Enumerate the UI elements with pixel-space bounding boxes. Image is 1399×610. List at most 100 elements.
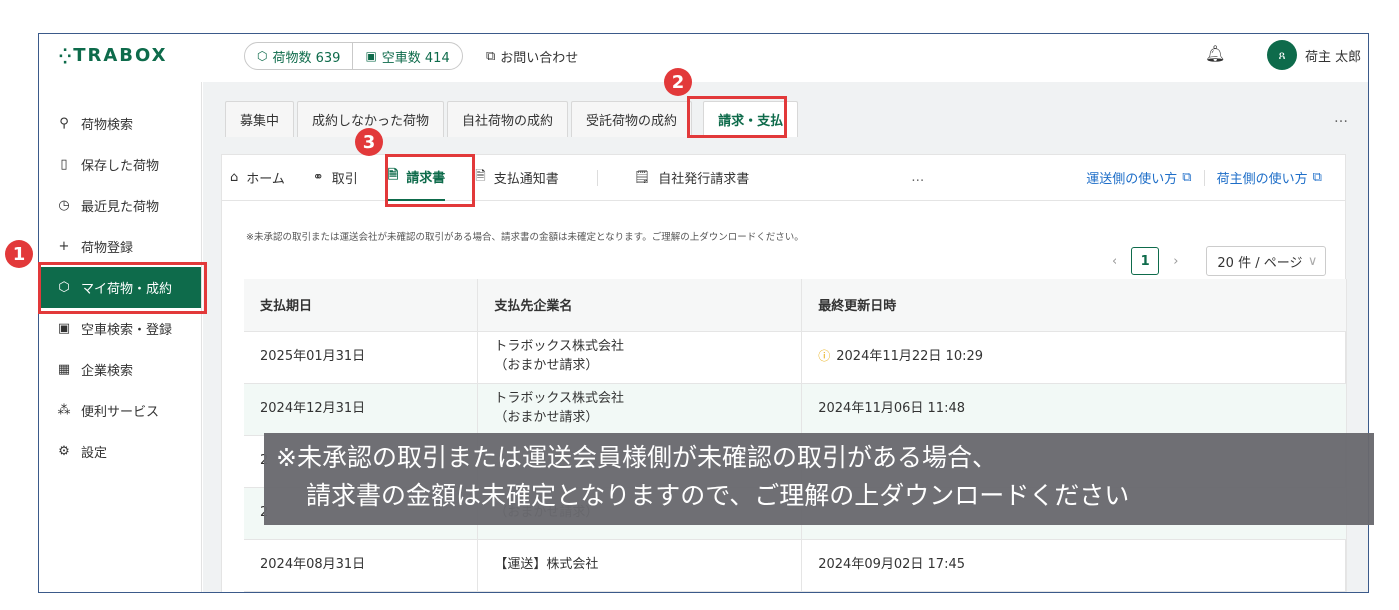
tab-consigned-contracts[interactable]: 受託荷物の成約 [571, 101, 693, 137]
table-row[interactable]: 2025年01月31日 トラボックス株式会社 （おまかせ請求） ⓘ 2024年11月… [244, 331, 1347, 384]
warning-icon: ⓘ [818, 348, 831, 363]
logo-text: TRABOX [73, 45, 168, 66]
company-cell: トラボックス株式会社 （おまかせ請求） [477, 383, 803, 436]
updated-cell: 2024年09月02日 17:45 [801, 539, 1347, 592]
table-header-row: 支払期日 支払先企業名 最終更新日時 [244, 279, 1347, 332]
vacant-count-button[interactable]: ▣ 空車数 414 [352, 43, 461, 69]
subnav-label: 取引 [331, 172, 358, 187]
table-row[interactable]: 2024年12月31日 トラボックス株式会社 （おまかせ請求） 2024年11月0… [244, 383, 1347, 436]
history-icon: ◷ [58, 198, 70, 213]
tab-own-contracts[interactable]: 自社荷物の成約 [447, 101, 569, 137]
sidebar-item-services[interactable]: ⁂ 便利サービス [39, 390, 201, 431]
subnav-invoice[interactable]: 🗎︎ 請求書 [387, 155, 446, 201]
caption-line-1: ※未承認の取引または運送会員様側が未確認の取引がある場合、 [276, 443, 997, 472]
prev-page-button[interactable]: ‹ [1112, 254, 1117, 269]
column-header-updated[interactable]: 最終更新日時 [801, 279, 1347, 332]
cargo-count-label: 荷物数 639 [272, 50, 341, 66]
cargo-count-button[interactable]: ⬡ 荷物数 639 [245, 43, 352, 69]
subnav-payment-notice[interactable]: 🗎︎ 支払通知書 [475, 155, 558, 201]
sidebar-item-label: 保存した荷物 [81, 159, 160, 174]
sidebar-item-saved-cargo[interactable]: ▯ 保存した荷物 [39, 144, 201, 185]
handshake-icon: ⚭ [312, 170, 324, 185]
home-icon: ⌂ [230, 170, 239, 185]
help-shipper-link[interactable]: 荷主側の使い方 ⧉ [1217, 155, 1322, 201]
contact-label: お問い合わせ [500, 51, 579, 66]
bookmark-icon: ▯ [60, 157, 68, 172]
company-cell: トラボックス株式会社 （おまかせ請求） [477, 331, 803, 384]
updated-cell: ⓘ 2024年11月22日 10:29 [801, 331, 1347, 384]
user-icon: ጸ [1278, 47, 1286, 62]
services-icon: ⁂ [57, 403, 71, 418]
truck-icon: ▣ [57, 321, 71, 336]
box-icon: ⬡ [257, 49, 268, 63]
document-icon: 🗎︎ [475, 168, 486, 184]
step-marker-2: 2 [664, 68, 692, 96]
sidebar-item-company-search[interactable]: ▦ 企業検索 [39, 349, 201, 390]
sidebar-item-vacant-search[interactable]: ▣ 空車検索・登録 [39, 308, 201, 349]
sidebar-item-label: 空車検索・登録 [81, 323, 173, 338]
company-sub: （おまかせ請求） [494, 358, 599, 373]
table-row[interactable]: 2024年08月31日 【運送】株式会社 2024年09月02日 17:45 [244, 539, 1347, 592]
sidebar-item-label: 便利サービス [81, 405, 160, 420]
sidebar-item-label: マイ荷物・成約 [81, 282, 173, 297]
subnav-label: 請求書 [406, 171, 446, 186]
subnav-label: 自社発行請求書 [658, 172, 750, 187]
sidebar-item-settings[interactable]: ⚙ 設定 [39, 431, 201, 472]
invoice-note: ※未承認の取引または運送会社が未確認の取引がある場合、請求書の金額は未確定となり… [246, 232, 804, 243]
sidebar-item-my-cargo[interactable]: ⬡ マイ荷物・成約 [39, 267, 201, 308]
tab-recruiting[interactable]: 募集中 [225, 101, 295, 137]
per-page-value: 20 件 / ページ [1217, 255, 1303, 271]
sidebar-item-recent-cargo[interactable]: ◷ 最近見た荷物 [39, 185, 201, 226]
contact-link[interactable]: ⧉ お問い合わせ [486, 47, 578, 66]
due-date-cell: 2025年01月31日 [244, 331, 479, 384]
chevron-down-icon: ∨ [1307, 253, 1318, 269]
step-marker-3: 3 [355, 128, 383, 156]
counter-pill: ⬡ 荷物数 639 ▣ 空車数 414 [244, 42, 463, 70]
help-carrier-label: 運送側の使い方 [1086, 172, 1178, 187]
updated-value: 2024年11月22日 10:29 [836, 348, 984, 364]
sidebar-item-label: 設定 [81, 446, 108, 461]
step-marker-1: 1 [5, 240, 33, 268]
help-carrier-link[interactable]: 運送側の使い方 ⧉ [1086, 155, 1191, 201]
subnav-self-invoice[interactable]: 🗒︎ 自社発行請求書 [634, 155, 750, 201]
top-tabs: 募集中 成約しなかった荷物 自社荷物の成約 受託荷物の成約 請求・支払 [225, 101, 799, 137]
current-page[interactable]: 1 [1131, 247, 1160, 275]
box-icon: ⬡ [58, 280, 70, 295]
sidebar: ⚲ 荷物検索 ▯ 保存した荷物 ◷ 最近見た荷物 + 荷物登録 ⬡ マイ荷物・成約 ▣ 空車… [39, 82, 202, 592]
logo-mark-icon: ⁛ [59, 49, 72, 65]
subnav-divider [1203, 169, 1205, 186]
help-shipper-label: 荷主側の使い方 [1216, 172, 1308, 187]
company-sub: （おまかせ請求） [494, 410, 599, 425]
truck-icon: ▣ [365, 49, 377, 63]
user-menu[interactable]: ጸ 荷主 太郎 [1267, 40, 1361, 70]
sidebar-item-cargo-register[interactable]: + 荷物登録 [39, 226, 201, 267]
caption-line-2: 請求書の金額は未確定となりますので、ご理解の上ダウンロードください [306, 481, 1130, 510]
column-header-company[interactable]: 支払先企業名 [477, 279, 803, 332]
more-tabs-button[interactable]: … [1334, 110, 1348, 126]
external-link-icon: ⧉ [1312, 170, 1322, 185]
logo[interactable]: ⁛ TRABOX [59, 45, 168, 66]
sidebar-item-label: 最近見た荷物 [81, 200, 160, 215]
billing-card: ⌂ ホーム ⚭ 取引 🗎︎ 請求書 🗎︎ 支払通知書 🗒︎ 自社発行請求書 … 運送側の使… [221, 154, 1347, 592]
column-header-due-date[interactable]: 支払期日 [244, 279, 479, 332]
tab-billing-payment[interactable]: 請求・支払 [703, 101, 799, 137]
company-name: トラボックス株式会社 [494, 339, 625, 355]
document-icon: 🗎︎ [387, 167, 399, 183]
due-date-cell: 2024年08月31日 [244, 539, 479, 592]
subnav-divider [596, 169, 598, 186]
subnav-deals[interactable]: ⚭ 取引 [313, 155, 358, 201]
sidebar-item-label: 企業検索 [81, 364, 134, 379]
next-page-button[interactable]: › [1173, 254, 1178, 269]
bell-icon[interactable]: 🔔︎ [1205, 44, 1225, 63]
sidebar-item-label: 荷物登録 [81, 241, 134, 256]
sidebar-item-cargo-search[interactable]: ⚲ 荷物検索 [39, 103, 201, 144]
sub-navigation: ⌂ ホーム ⚭ 取引 🗎︎ 請求書 🗎︎ 支払通知書 🗒︎ 自社発行請求書 … 運送側の使… [222, 155, 1345, 201]
per-page-select[interactable]: 20 件 / ページ ∨ [1206, 246, 1327, 276]
subnav-more-button[interactable]: … [911, 155, 924, 201]
updated-cell: 2024年11月06日 11:48 [801, 383, 1347, 436]
company-cell: 【運送】株式会社 [477, 539, 803, 592]
avatar: ጸ [1267, 40, 1297, 70]
subnav-home[interactable]: ⌂ ホーム [230, 155, 285, 201]
pagination: ‹ 1 › 20 件 / ページ ∨ [1112, 246, 1327, 276]
gear-icon: ⚙ [58, 444, 70, 459]
